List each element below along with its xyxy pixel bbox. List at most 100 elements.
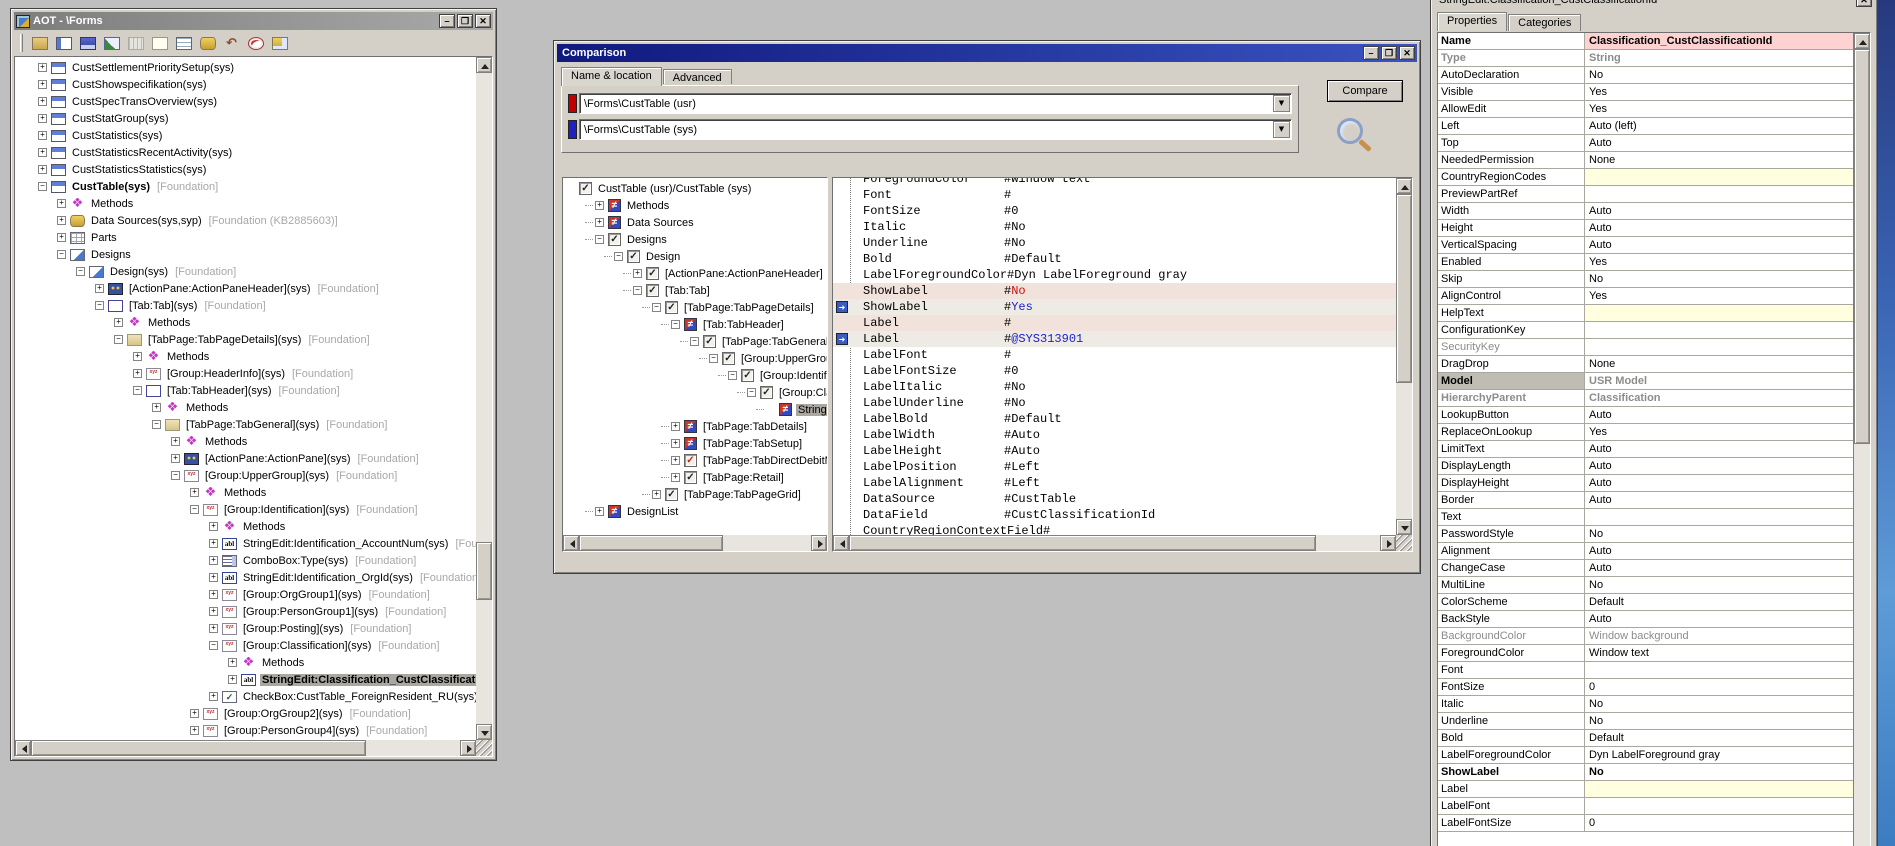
property-value[interactable] bbox=[1585, 798, 1853, 814]
expand-toggle[interactable]: − bbox=[709, 354, 718, 363]
expand-toggle[interactable]: + bbox=[595, 218, 604, 227]
expand-toggle[interactable]: + bbox=[209, 539, 218, 548]
checked-checkbox-icon[interactable]: ✓ bbox=[722, 352, 735, 365]
diff-line[interactable]: ➜ShowLabel#Yes bbox=[833, 299, 1396, 315]
comparison-tree-item[interactable]: +✓[TabPage:Retail] bbox=[563, 469, 827, 486]
property-value[interactable]: No bbox=[1585, 764, 1853, 780]
diff-line[interactable]: LabelForegroundColor#Dyn LabelForeground… bbox=[833, 267, 1396, 283]
aot-horizontal-scrollbar[interactable] bbox=[15, 740, 476, 756]
property-value[interactable]: Auto bbox=[1585, 560, 1853, 576]
checked-checkbox-icon[interactable]: ✓ bbox=[646, 267, 659, 280]
expand-toggle[interactable]: + bbox=[209, 556, 218, 565]
aot-tree-item[interactable]: +❖Methods bbox=[15, 654, 476, 671]
property-value[interactable]: Auto bbox=[1585, 492, 1853, 508]
scrollbar-thumb[interactable] bbox=[1396, 194, 1412, 383]
aot-tree-item[interactable]: +Data Sources(sys,syp)[Foundation (KB288… bbox=[15, 212, 476, 229]
expand-toggle[interactable]: + bbox=[209, 607, 218, 616]
export-toolbar-button[interactable] bbox=[100, 33, 123, 54]
aot-tree-item[interactable]: +CustStatistics(sys) bbox=[15, 127, 476, 144]
diff-line[interactable]: Underline#No bbox=[833, 235, 1396, 251]
diff-line[interactable]: Label# bbox=[833, 315, 1396, 331]
aot-tree-item[interactable]: +ablStringEdit:Classification_CustClassi… bbox=[15, 671, 476, 688]
comparison-tree-item[interactable]: −≠[Tab:TabHeader] bbox=[563, 316, 827, 333]
comparison-tree-item[interactable]: −✓Designs bbox=[563, 231, 827, 248]
comparison-tree-item[interactable]: +≠[TabPage:TabSetup] bbox=[563, 435, 827, 452]
property-value[interactable]: Auto bbox=[1585, 407, 1853, 423]
expand-toggle[interactable]: + bbox=[671, 456, 680, 465]
property-value[interactable]: Auto bbox=[1585, 543, 1853, 559]
property-value[interactable]: Dyn LabelForeground gray bbox=[1585, 747, 1853, 763]
aot-tree-item[interactable]: +CustStatisticsStatistics(sys) bbox=[15, 161, 476, 178]
property-value[interactable] bbox=[1585, 339, 1853, 355]
checked-checkbox-icon[interactable]: ✓ bbox=[760, 386, 773, 399]
expand-toggle[interactable]: + bbox=[190, 709, 199, 718]
diff-line[interactable]: Font# bbox=[833, 187, 1396, 203]
expand-toggle[interactable]: + bbox=[209, 573, 218, 582]
resize-grip[interactable] bbox=[476, 740, 492, 756]
aot-tree-item[interactable]: −CustTable(sys)[Foundation] bbox=[15, 178, 476, 195]
aot-tree-item[interactable]: −[TabPage:TabPageDetails](sys)[Foundatio… bbox=[15, 331, 476, 348]
aot-tree-item[interactable]: +❖Methods bbox=[15, 484, 476, 501]
aot-tree-item[interactable]: +CustStatGroup(sys) bbox=[15, 110, 476, 127]
expand-toggle[interactable]: − bbox=[595, 235, 604, 244]
expand-toggle[interactable]: + bbox=[95, 284, 104, 293]
property-value[interactable]: Window text bbox=[1585, 645, 1853, 661]
maximize-button[interactable]: ❐ bbox=[1381, 46, 1397, 60]
comparison-tree-item[interactable]: +≠Data Sources bbox=[563, 214, 827, 231]
diff-line[interactable]: DataField#CustClassificationId bbox=[833, 507, 1396, 523]
property-value[interactable] bbox=[1585, 662, 1853, 678]
property-value[interactable]: Yes bbox=[1585, 288, 1853, 304]
diff-line[interactable]: DataSource#CustTable bbox=[833, 491, 1396, 507]
diff-line[interactable]: LabelBold#Default bbox=[833, 411, 1396, 427]
aot-tree-item[interactable]: −Designs bbox=[15, 246, 476, 263]
property-value[interactable]: Auto (left) bbox=[1585, 118, 1853, 134]
comparison-title-bar[interactable]: Comparison – ❐ ✕ bbox=[557, 44, 1417, 62]
property-value[interactable]: Auto bbox=[1585, 611, 1853, 627]
comparison-tree-item[interactable]: +✓[ActionPane:ActionPaneHeader] bbox=[563, 265, 827, 282]
scrollbar-track[interactable] bbox=[849, 535, 1380, 551]
expand-toggle[interactable]: + bbox=[633, 269, 642, 278]
aot-tree-item[interactable]: +ablStringEdit:Identification_AccountNum… bbox=[15, 535, 476, 552]
property-value[interactable]: 0 bbox=[1585, 679, 1853, 695]
expand-toggle[interactable]: − bbox=[114, 335, 123, 344]
expand-toggle[interactable]: + bbox=[209, 624, 218, 633]
property-value[interactable]: Yes bbox=[1585, 254, 1853, 270]
aot-tree-item[interactable]: +❖Methods bbox=[15, 314, 476, 331]
checked-checkbox-icon[interactable]: ✓ bbox=[665, 301, 678, 314]
scrollbar-track[interactable] bbox=[579, 535, 811, 551]
aot-title-bar[interactable]: AOT - \Forms – ❐ ✕ bbox=[14, 12, 493, 30]
diff-line[interactable]: LabelItalic#No bbox=[833, 379, 1396, 395]
checked-checkbox-icon[interactable]: ✓ bbox=[579, 182, 592, 195]
aot-tree-item[interactable]: −[Tab:Tab](sys)[Foundation] bbox=[15, 297, 476, 314]
expand-toggle[interactable]: − bbox=[38, 182, 47, 191]
source-combobox[interactable]: \Forms\CustTable (sys)▼ bbox=[579, 119, 1292, 140]
aot-tree-item[interactable]: +ablStringEdit:Identification_OrgId(sys)… bbox=[15, 569, 476, 586]
property-value[interactable] bbox=[1585, 169, 1853, 185]
diff-line[interactable]: LabelFontSize#0 bbox=[833, 363, 1396, 379]
comparison-tree-item[interactable]: +✓[TabPage:TabDirectDebitMandates] bbox=[563, 452, 827, 469]
aot-tree-item[interactable]: +[ActionPane:ActionPaneHeader](sys)[Foun… bbox=[15, 280, 476, 297]
expand-toggle[interactable]: + bbox=[652, 490, 661, 499]
expand-toggle[interactable]: + bbox=[57, 233, 66, 242]
expand-toggle[interactable]: − bbox=[652, 303, 661, 312]
expand-toggle[interactable]: + bbox=[57, 216, 66, 225]
minimize-button[interactable]: – bbox=[439, 14, 455, 28]
comparison-tree-horizontal-scrollbar[interactable] bbox=[563, 535, 827, 551]
expand-toggle[interactable]: + bbox=[114, 318, 123, 327]
scrollbar-thumb[interactable] bbox=[476, 542, 492, 600]
property-value[interactable]: None bbox=[1585, 152, 1853, 168]
minimize-button[interactable]: – bbox=[1363, 46, 1379, 60]
checked-checkbox-icon[interactable]: ✓ bbox=[684, 471, 697, 484]
expand-toggle[interactable]: + bbox=[38, 80, 47, 89]
aot-tree-item[interactable]: +❖Methods bbox=[15, 518, 476, 535]
comparison-tree-item[interactable]: −✓[TabPage:TabGeneral] bbox=[563, 333, 827, 350]
property-value[interactable]: No bbox=[1585, 271, 1853, 287]
aot-tree-item[interactable]: −xyz[Group:Identification](sys)[Foundati… bbox=[15, 501, 476, 518]
properties-title-bar[interactable]: StringEdit:Classification_CustClassifica… bbox=[1434, 0, 1874, 9]
expand-toggle[interactable]: + bbox=[671, 422, 680, 431]
new-toolbar-button[interactable] bbox=[148, 33, 171, 54]
property-value[interactable]: Yes bbox=[1585, 424, 1853, 440]
comparison-tree-item[interactable]: +✓[TabPage:TabPageGrid] bbox=[563, 486, 827, 503]
property-value[interactable] bbox=[1585, 322, 1853, 338]
scrollbar-thumb[interactable] bbox=[579, 535, 723, 551]
